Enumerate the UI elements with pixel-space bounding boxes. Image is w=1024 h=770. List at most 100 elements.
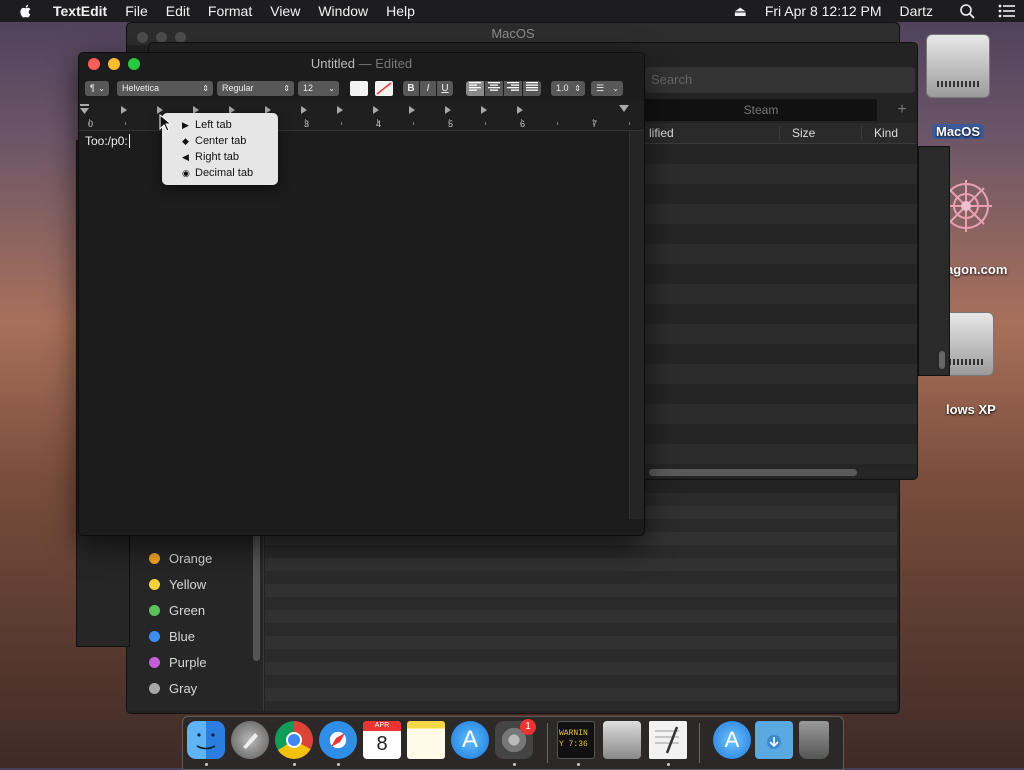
finder-file-list-front[interactable]: [645, 144, 917, 466]
background-window-edge: [918, 146, 950, 376]
tag-label: Yellow: [169, 576, 207, 592]
add-tab-icon[interactable]: +: [889, 99, 915, 121]
rocket-icon: [243, 733, 258, 749]
justify-button[interactable]: [523, 81, 541, 96]
list-bullets-popup[interactable]: ☰ ⌄: [591, 81, 623, 96]
menu-edit[interactable]: Edit: [157, 3, 199, 19]
menu-view[interactable]: View: [261, 3, 309, 19]
hard-disk-icon[interactable]: [926, 34, 990, 98]
tab-stop-marker[interactable]: [409, 106, 415, 114]
console-dock-icon[interactable]: WARNIN Y 7:36: [557, 721, 595, 759]
tag-item-yellow[interactable]: Yellow: [127, 571, 263, 597]
paragraph-styles-popup[interactable]: ¶ ⌄: [85, 81, 109, 96]
clock[interactable]: Fri Apr 8 12:12 PM: [756, 3, 891, 19]
tab-stop-marker[interactable]: [517, 106, 523, 114]
right-tab-icon: ◀: [182, 152, 189, 162]
tag-color-dot: [149, 578, 160, 590]
align-left-button[interactable]: [466, 81, 484, 96]
close-button[interactable]: [88, 58, 100, 70]
document-area[interactable]: Too:/p0:: [79, 131, 629, 519]
tag-item-green[interactable]: Green: [127, 597, 263, 623]
align-right-button[interactable]: [504, 81, 522, 96]
tab-stop-marker[interactable]: [481, 106, 487, 114]
menu-item-left-tab[interactable]: ▶ Left tab: [182, 117, 232, 133]
menu-item-center-tab[interactable]: ◆ Center tab: [182, 133, 246, 149]
desktop-icon-label[interactable]: agon.com: [946, 262, 1007, 277]
font-size-select[interactable]: 12 ⌄: [298, 81, 339, 96]
trash-dock-icon[interactable]: [799, 721, 829, 759]
decimal-tab-icon: ◉: [182, 168, 190, 178]
tag-label: Gray: [169, 680, 198, 696]
tag-item-gray[interactable]: Gray: [127, 675, 263, 701]
user-name[interactable]: Dartz: [891, 3, 942, 19]
format-toolbar: ¶ ⌄ Helvetica ⇕ Regular ⇕ 12 ⌄ B I U 1.0 ⇕ ☰ ⌄: [79, 75, 644, 101]
eject-icon[interactable]: ⏏: [725, 3, 756, 20]
background-color-swatch[interactable]: [375, 81, 393, 96]
tab-stop-marker[interactable]: [337, 106, 343, 114]
menu-app-name[interactable]: TextEdit: [44, 3, 116, 19]
calendar-month: APR: [363, 721, 401, 731]
desktop-icon-label[interactable]: MacOS: [932, 124, 985, 139]
document-text[interactable]: Too:/p0:: [85, 134, 130, 148]
menu-window[interactable]: Window: [309, 3, 377, 19]
column-size[interactable]: Size: [779, 126, 815, 140]
font-style-value: Regular: [222, 83, 254, 93]
tab-stop-marker[interactable]: [445, 106, 451, 114]
line-spacing-select[interactable]: 1.0 ⇕: [551, 81, 585, 96]
menu-file[interactable]: File: [116, 3, 157, 19]
spotlight-search-icon[interactable]: [942, 3, 994, 19]
tab-steam[interactable]: Steam: [645, 99, 877, 121]
textedit-dock-icon[interactable]: [649, 721, 687, 759]
tag-item-blue[interactable]: Blue: [127, 623, 263, 649]
bold-button[interactable]: B: [403, 81, 419, 96]
finder-dock-icon[interactable]: [187, 721, 225, 759]
indent-marker-icon[interactable]: [80, 104, 90, 116]
tab-stop-marker[interactable]: [121, 106, 127, 114]
disk-utility-dock-icon[interactable]: [603, 721, 641, 759]
notification-center-icon[interactable]: [994, 3, 1024, 19]
tab-stop-marker[interactable]: [373, 106, 379, 114]
menu-item-label: Left tab: [195, 119, 232, 131]
downloads-folder-dock-icon[interactable]: [755, 721, 793, 759]
zoom-button[interactable]: [128, 58, 140, 70]
column-modified[interactable]: lified: [649, 126, 674, 140]
minimize-button[interactable]: [108, 58, 120, 70]
column-kind[interactable]: Kind: [861, 126, 898, 140]
menu-help[interactable]: Help: [377, 3, 424, 19]
search-input[interactable]: Search: [645, 67, 915, 93]
tab-stop-marker[interactable]: [157, 106, 163, 114]
apple-icon[interactable]: [18, 3, 34, 19]
tab-stop-marker[interactable]: [301, 106, 307, 114]
notes-dock-icon[interactable]: [407, 721, 445, 759]
menu-format[interactable]: Format: [199, 3, 261, 19]
scrollbar-thumb[interactable]: [939, 351, 945, 369]
safari-dock-icon[interactable]: [319, 721, 357, 759]
calendar-dock-icon[interactable]: APR 8: [363, 721, 401, 759]
running-indicator: [513, 763, 516, 766]
text-color-swatch[interactable]: [350, 81, 368, 96]
menu-item-right-tab[interactable]: ◀ Right tab: [182, 149, 239, 165]
underline-button[interactable]: U: [437, 81, 453, 96]
up-down-arrows-icon: ⇕: [202, 84, 209, 93]
font-style-select[interactable]: Regular ⇕: [217, 81, 294, 96]
app-store-dock-icon[interactable]: A: [451, 721, 489, 759]
menu-item-decimal-tab[interactable]: ◉ Decimal tab: [182, 165, 253, 181]
tag-item-purple[interactable]: Purple: [127, 649, 263, 675]
dock-divider: [699, 723, 700, 763]
ruler-tick: [593, 119, 594, 125]
desktop-icon-label[interactable]: lows XP: [946, 402, 996, 417]
scrollbar-thumb[interactable]: [649, 469, 857, 476]
app-store-downloads-dock-icon[interactable]: A: [713, 721, 751, 759]
italic-button[interactable]: I: [420, 81, 436, 96]
ruler-tick: [413, 122, 414, 125]
chrome-dock-icon[interactable]: [275, 721, 313, 759]
right-indent-marker-icon[interactable]: [619, 105, 629, 113]
vertical-scrollbar[interactable]: [629, 131, 644, 519]
horizontal-scrollbar[interactable]: [645, 467, 917, 477]
textedit-title-bar[interactable]: Untitled — Edited: [79, 53, 644, 75]
font-family-select[interactable]: Helvetica ⇕: [117, 81, 213, 96]
align-center-button[interactable]: [485, 81, 503, 96]
launchpad-dock-icon[interactable]: [231, 721, 269, 759]
paragraph-icon: ¶: [90, 83, 95, 93]
tag-item-orange[interactable]: Orange: [127, 545, 263, 571]
